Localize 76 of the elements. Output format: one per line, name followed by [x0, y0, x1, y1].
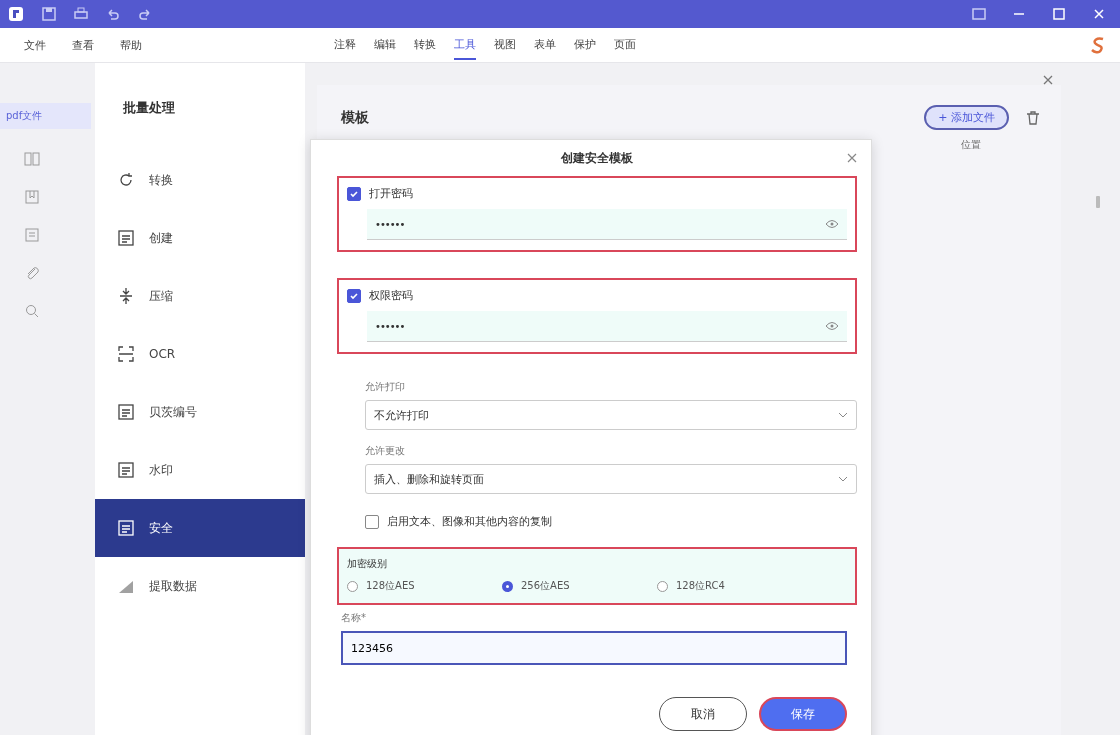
ribbon-tab[interactable]: 转换 — [414, 30, 436, 60]
document-icon — [117, 229, 135, 247]
close-icon[interactable] — [847, 153, 857, 163]
ribbon-tab[interactable]: 工具 — [454, 30, 476, 60]
scroll-handle-icon[interactable] — [1094, 195, 1101, 209]
checkbox[interactable] — [347, 186, 361, 201]
dropdown[interactable]: 插入、删除和旋转页面 — [365, 464, 857, 494]
password-field[interactable]: •••••• — [367, 209, 847, 240]
password-field[interactable]: •••••• — [367, 311, 847, 342]
refresh-icon — [117, 171, 135, 189]
maximize-icon[interactable] — [1052, 7, 1066, 21]
radio-button[interactable] — [502, 580, 513, 592]
batch-item[interactable]: 贝茨编号 — [95, 383, 305, 441]
dropdown[interactable]: 不允许打印 — [365, 400, 857, 430]
cancel-button[interactable]: 取消 — [659, 697, 747, 731]
batch-item[interactable]: 提取数据 — [95, 557, 305, 615]
field-label: 名称* — [341, 611, 367, 625]
column-header: 位置 — [961, 138, 981, 152]
window-icon[interactable] — [972, 7, 986, 21]
search-icon[interactable] — [24, 303, 40, 319]
document-tab[interactable]: pdf文件 — [0, 103, 91, 129]
checkmark-icon — [349, 188, 359, 199]
app-logo-icon — [8, 6, 24, 22]
radio-label: 128位AES — [366, 579, 415, 593]
ribbon-tab[interactable]: 页面 — [614, 30, 636, 60]
page-thumbnails-icon[interactable] — [24, 151, 40, 167]
dialog-title: 创建安全模板 — [561, 149, 633, 167]
redo-icon[interactable] — [138, 7, 152, 21]
batch-item[interactable]: 创建 — [95, 209, 305, 267]
radio-button[interactable] — [347, 580, 358, 592]
batch-item[interactable]: 转换 — [95, 151, 305, 209]
checkbox[interactable] — [347, 288, 361, 303]
checkbox-label: 启用文本、图像和其他内容的复制 — [387, 514, 552, 529]
undo-icon[interactable] — [106, 7, 120, 21]
panel-title: 批量处理 — [122, 99, 176, 117]
radio-button[interactable] — [657, 580, 668, 592]
trash-icon[interactable] — [1025, 109, 1041, 126]
close-icon[interactable] — [1092, 7, 1106, 21]
radio-label: 256位AES — [521, 579, 570, 593]
document-icon — [117, 519, 135, 537]
batch-item[interactable]: 压缩 — [95, 267, 305, 325]
add-files-button[interactable]: + 添加文件 — [924, 105, 1009, 130]
document-icon — [117, 403, 135, 421]
batch-item[interactable]: 安全 — [95, 499, 305, 557]
batch-item[interactable]: 水印 — [95, 441, 305, 499]
name-input-field[interactable]: 123456 — [341, 631, 847, 665]
print-icon[interactable] — [74, 7, 88, 21]
scan-icon — [117, 345, 135, 363]
chevron-down-icon — [838, 476, 848, 482]
ribbon-tab[interactable]: 表单 — [534, 30, 556, 60]
radio-label: 128位RC4 — [676, 579, 725, 593]
ribbon-tab[interactable]: 视图 — [494, 30, 516, 60]
save-icon[interactable] — [42, 7, 56, 21]
close-icon[interactable] — [1043, 75, 1053, 85]
chevron-down-icon — [838, 412, 848, 418]
eye-icon[interactable] — [825, 219, 839, 229]
checkmark-icon — [349, 290, 359, 301]
ribbon-tab[interactable]: 注释 — [334, 30, 356, 60]
bookmark-icon[interactable] — [24, 189, 40, 205]
document-icon — [117, 461, 135, 479]
checkbox-label: 打开密码 — [369, 186, 413, 201]
checkbox[interactable] — [365, 514, 379, 529]
checkbox-label: 权限密码 — [369, 288, 413, 303]
batch-item[interactable]: OCR — [95, 325, 305, 383]
menu-item[interactable]: 文件 — [24, 37, 46, 53]
save-button[interactable]: 保存 — [759, 697, 847, 731]
ribbon-tab[interactable]: 编辑 — [374, 30, 396, 60]
menu-item[interactable]: 查看 — [72, 37, 94, 53]
eye-icon[interactable] — [825, 321, 839, 331]
field-label: 加密级别 — [347, 557, 388, 571]
field-label: 允许打印 — [365, 380, 406, 394]
ribbon-tab[interactable]: 保护 — [574, 30, 596, 60]
compress-icon — [117, 287, 135, 305]
section-heading: 模板 — [341, 108, 370, 127]
field-label: 允许更改 — [365, 444, 406, 458]
menu-item[interactable]: 帮助 — [120, 37, 142, 53]
